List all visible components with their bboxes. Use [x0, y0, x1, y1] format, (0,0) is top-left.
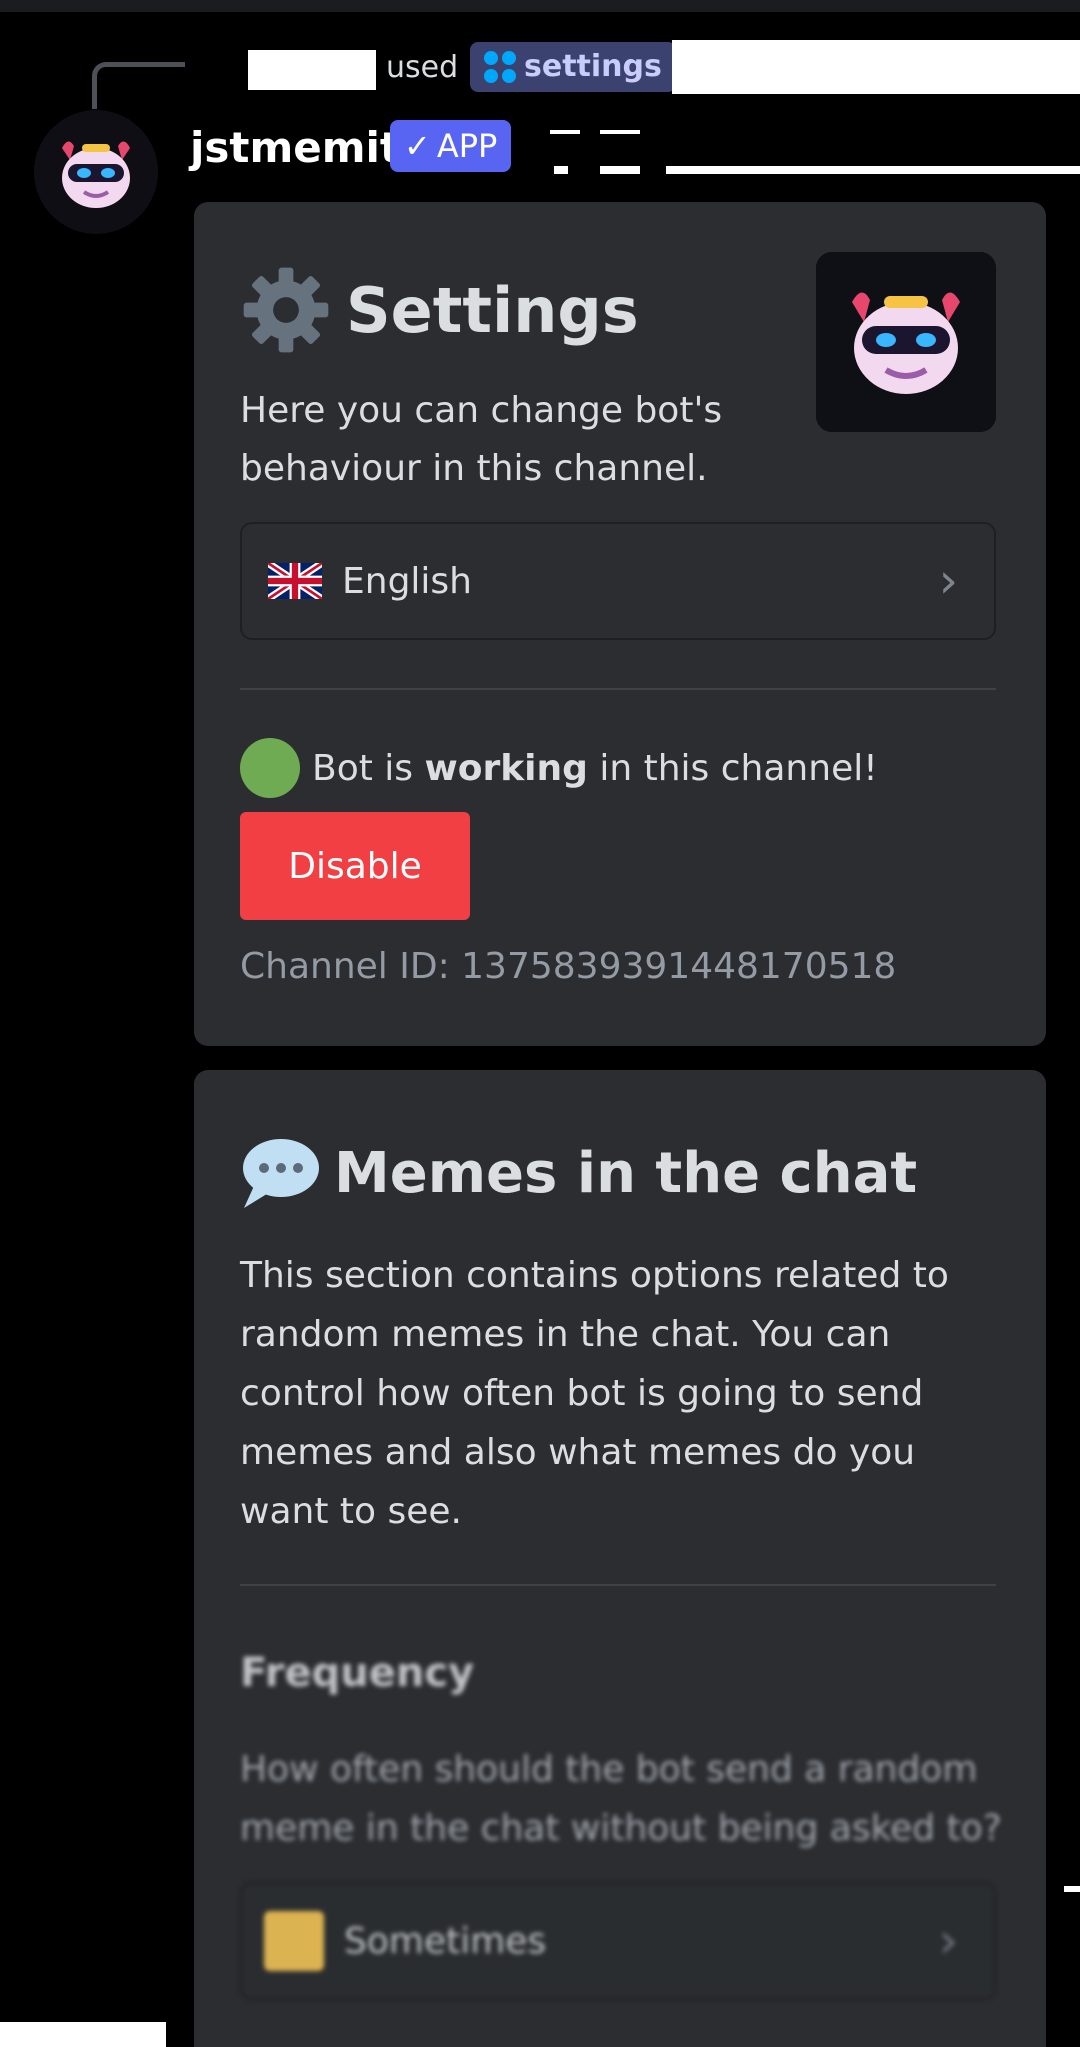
bot-status: Bot is working in this channel!	[240, 738, 878, 798]
command-icon	[484, 51, 516, 83]
redacted-area	[0, 2022, 166, 2047]
chevron-right-icon: ›	[938, 553, 958, 609]
language-selected: English	[342, 560, 472, 602]
redacted-mark	[666, 166, 1080, 174]
memes-heading: Memes in the chat	[240, 1136, 917, 1210]
top-bar	[0, 0, 1080, 12]
frequency-select[interactable]: Sometimes ›	[240, 1882, 996, 2000]
bot-avatar[interactable]	[34, 110, 158, 234]
frequency-selected: Sometimes	[344, 1920, 547, 1962]
frequency-description: How often should the bot send a random m…	[240, 1749, 1002, 1849]
settings-description: Here you can change bot's behaviour in t…	[240, 390, 723, 489]
settings-embed: Settings Here you can change bot's behav…	[194, 202, 1046, 1046]
slash-command-pill[interactable]: settings	[470, 42, 676, 92]
redacted-mark	[554, 166, 568, 174]
language-select[interactable]: English ›	[240, 522, 996, 640]
app-badge-label: APP	[436, 127, 498, 165]
speech-bubble-icon	[243, 1139, 319, 1208]
command-name: settings	[524, 49, 662, 84]
bot-username[interactable]: jstmemit	[190, 122, 400, 174]
reply-connector	[92, 62, 185, 109]
settings-heading: Settings	[240, 264, 639, 356]
app-badge: ✓ APP	[390, 120, 512, 172]
redacted-mark	[600, 166, 640, 174]
uk-flag-icon	[268, 563, 322, 599]
channel-id: Channel ID: 1375839391448170518	[240, 946, 897, 987]
yellow-square-icon	[264, 1911, 324, 1971]
redacted-mark	[600, 130, 640, 134]
status-text: Bot is working in this channel!	[312, 747, 878, 789]
green-circle-icon	[240, 738, 300, 798]
redacted-area	[1064, 1886, 1080, 1892]
bot-thumbnail	[816, 252, 996, 432]
divider	[240, 688, 996, 690]
memes-embed: Memes in the chat This section contains …	[194, 1070, 1046, 2047]
redacted-area	[672, 40, 1080, 94]
memes-description: This section contains options related to…	[240, 1255, 949, 1532]
reply-used-label: used	[386, 50, 459, 85]
gear-icon	[243, 267, 329, 353]
redacted-username	[248, 50, 376, 90]
frequency-title: Frequency	[240, 1650, 475, 1696]
settings-title: Settings	[346, 273, 639, 347]
chevron-right-icon: ›	[938, 1913, 958, 1969]
divider	[240, 1584, 996, 1586]
disable-button[interactable]: Disable	[240, 812, 470, 920]
memes-title: Memes in the chat	[334, 1140, 918, 1206]
redacted-mark	[550, 130, 580, 134]
checkmark-icon: ✓	[404, 127, 431, 165]
